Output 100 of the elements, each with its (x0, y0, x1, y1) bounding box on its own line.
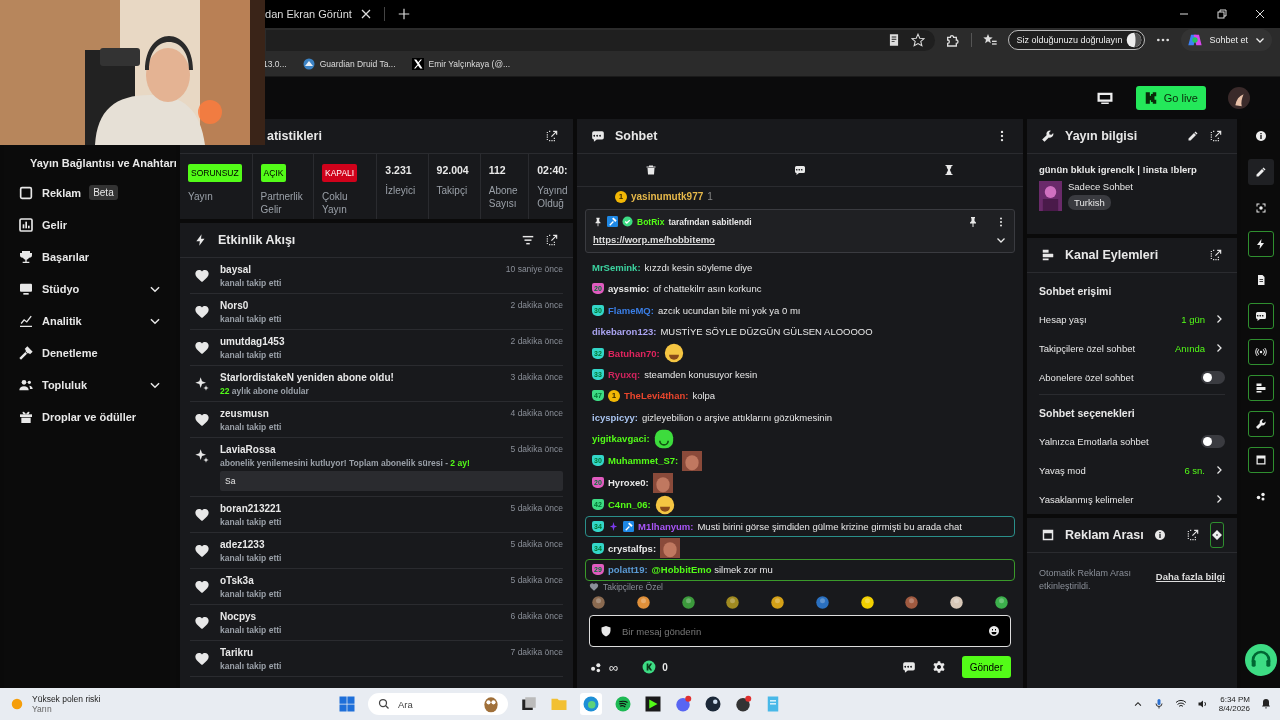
emote-icon[interactable] (591, 595, 606, 611)
chat-username[interactable]: dikebaron123: (592, 325, 657, 337)
dock-button[interactable] (1247, 230, 1274, 257)
dock-button[interactable] (1247, 302, 1274, 329)
chat-username[interactable]: Hyroxe0: (608, 477, 649, 489)
clock-time[interactable]: 6:34 PM (1220, 695, 1250, 704)
sidebar-item[interactable]: Reklam Beta (4, 176, 176, 209)
chat-username[interactable]: MrSemink: (592, 262, 641, 273)
emote-icon[interactable] (904, 595, 920, 611)
category-name[interactable]: Sadece Sohbet (1068, 180, 1133, 192)
popout-icon[interactable] (545, 232, 559, 247)
popout-icon[interactable] (1209, 247, 1223, 262)
sidebar-item[interactable]: Droplar ve ödüller (4, 400, 176, 433)
microphone-icon[interactable] (1152, 698, 1165, 710)
new-tab-icon[interactable] (396, 7, 411, 21)
chat-username[interactable]: Muhammet_S7: (608, 455, 679, 467)
popout-icon[interactable] (545, 128, 559, 143)
chat-username[interactable]: ayssmio: (608, 283, 650, 295)
dock-button[interactable] (1247, 446, 1274, 473)
chat-username[interactable]: icyspicyy: (592, 411, 638, 423)
trash-icon[interactable] (645, 163, 658, 176)
close-icon[interactable] (1254, 8, 1266, 20)
dots-icon[interactable] (589, 660, 603, 675)
search-field[interactable]: Ara (368, 693, 508, 715)
puzzle-icon[interactable] (945, 32, 962, 49)
copilot-button[interactable]: Sohbet et (1181, 29, 1272, 52)
verify-button[interactable]: Siz olduğunuzu doğrulayın (1008, 30, 1146, 51)
chat-icon[interactable] (901, 660, 916, 675)
shield-icon[interactable] (600, 625, 612, 638)
chat-icon[interactable] (794, 163, 806, 176)
weather-title[interactable]: Yüksek polen riski (32, 694, 101, 704)
favorite-star-icon[interactable] (911, 33, 926, 48)
setting-value[interactable]: Anında (1174, 342, 1205, 354)
emote-icon[interactable] (770, 595, 786, 611)
sidebar-title[interactable]: Yayın Bağlantısı ve Anahtarı (4, 156, 176, 177)
game-app-icon[interactable] (704, 695, 722, 713)
bookmark-link[interactable]: 13.0... (263, 59, 287, 70)
info-icon[interactable] (1153, 528, 1166, 541)
record-app-icon[interactable] (734, 695, 752, 713)
play-app-icon[interactable] (644, 695, 662, 713)
chat-username[interactable]: Batuhan70: (608, 347, 660, 359)
wifi-icon[interactable] (1174, 698, 1187, 710)
chat-username[interactable]: yigitkavgaci: (592, 433, 650, 445)
settings-icon[interactable] (931, 660, 946, 675)
sidebar-item[interactable]: Topluluk (4, 368, 176, 401)
volume-icon[interactable] (1196, 698, 1209, 710)
popout-icon[interactable] (1209, 128, 1223, 143)
close-icon[interactable] (359, 8, 372, 20)
setting-value[interactable]: 1 gün (1181, 313, 1205, 325)
pin-icon[interactable] (967, 215, 979, 228)
pencil-icon[interactable] (1187, 129, 1199, 142)
sidebar-item[interactable]: Gelir (4, 208, 176, 241)
chat-username[interactable]: polatt19: (608, 564, 648, 576)
sidebar-item[interactable]: Analitik (4, 304, 176, 337)
chat-username[interactable]: TheLevi4than: (624, 390, 689, 402)
chat-username[interactable]: crystalfps: (608, 542, 657, 554)
emote-icon[interactable] (680, 595, 696, 611)
dock-button[interactable] (1247, 158, 1274, 185)
dock-button[interactable] (1247, 338, 1274, 365)
message-field[interactable]: Bir mesaj gönderin (589, 615, 1011, 648)
setting-value[interactable]: 6 sn. (1184, 464, 1205, 476)
windows-logo-icon[interactable] (338, 695, 356, 713)
sidebar-item[interactable]: Denetleme (4, 336, 176, 369)
bookmark-link[interactable]: Guardian Druid Ta... (302, 58, 396, 71)
send-button[interactable]: Gönder (961, 656, 1011, 679)
pinned-link[interactable]: https://worp.me/hobbitemo (593, 234, 715, 246)
emote-icon[interactable] (859, 595, 875, 611)
panel-title: Sohbet (615, 128, 658, 143)
chevron-up-icon[interactable] (1132, 699, 1143, 709)
chat-username[interactable]: FlameMQ: (608, 304, 654, 316)
chat-username[interactable]: C4nn_06: (608, 499, 651, 511)
emoji-icon[interactable] (988, 625, 1000, 638)
clock-date[interactable]: 8/4/2026 (1218, 704, 1250, 713)
sidebar-item[interactable]: Başarılar (4, 240, 176, 273)
emote-icon[interactable] (635, 595, 651, 611)
learn-more-link[interactable]: Daha fazla bilgi (1155, 570, 1225, 582)
toggle-switch[interactable] (1201, 434, 1225, 448)
event-message: Sa (220, 470, 563, 491)
browser-icon[interactable] (580, 693, 602, 715)
emote-icon[interactable] (993, 595, 1009, 611)
restore-icon[interactable] (1216, 8, 1228, 20)
music-app-icon[interactable] (614, 695, 632, 713)
chat-username[interactable]: M1lhanyum: (638, 521, 694, 533)
dock-button[interactable] (1247, 374, 1274, 401)
bookmark-link[interactable]: Emir Yalçınkaya (@... (411, 58, 511, 71)
dock-button[interactable] (1247, 410, 1274, 437)
emote-icon[interactable] (725, 595, 741, 611)
ad-button[interactable] (1209, 521, 1224, 548)
emote-icon[interactable] (949, 595, 965, 611)
bell-icon[interactable] (1260, 698, 1272, 710)
toggle-switch[interactable] (1201, 370, 1225, 384)
go-live-button[interactable]: Go live (1135, 85, 1206, 110)
task-view-icon[interactable] (520, 695, 538, 713)
avatar[interactable] (1228, 86, 1250, 109)
support-icon[interactable] (1244, 644, 1277, 677)
sidebar-item[interactable]: Stüdyo (4, 272, 176, 305)
popout-icon[interactable] (1185, 527, 1200, 542)
message-input[interactable]: Bir mesaj gönderin (620, 624, 980, 638)
chat-app-icon[interactable] (674, 695, 692, 713)
emote-icon[interactable] (814, 595, 830, 611)
